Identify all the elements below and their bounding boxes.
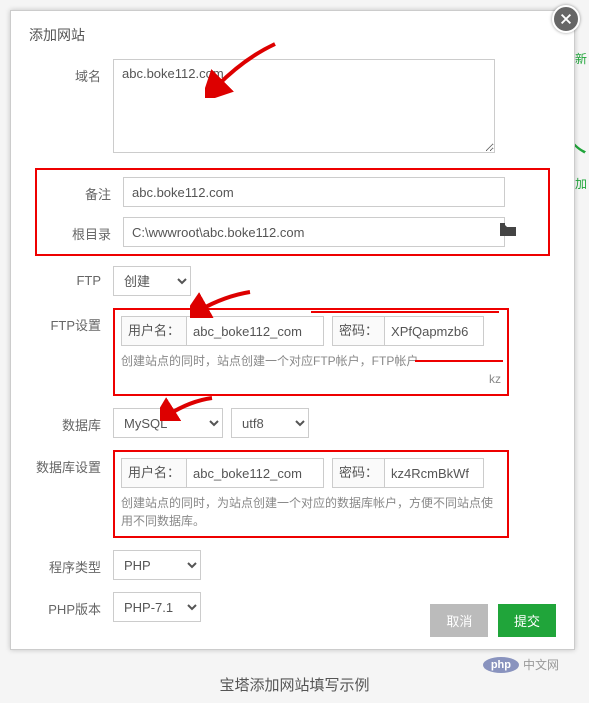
ftp-select[interactable]: 创建: [113, 266, 191, 296]
php-logo-icon: php: [483, 657, 519, 673]
modal-title: 添加网站: [11, 11, 574, 59]
phpver-label: PHP版本: [35, 592, 113, 618]
modal-footer: 取消 提交: [430, 604, 556, 637]
db-charset-select[interactable]: utf8: [231, 408, 309, 438]
highlight-box-1: 备注 根目录: [35, 168, 550, 256]
ftp-pass-label: 密码：: [332, 316, 384, 346]
db-settings-row: 数据库设置 用户名： 密码： 创建站点的同时，为站点创建一个对应的数据库帐户，方…: [35, 450, 550, 538]
program-row: 程序类型 PHP: [35, 550, 550, 580]
db-type-select[interactable]: MySQL: [113, 408, 223, 438]
ftp-row: FTP 创建: [35, 266, 550, 296]
highlight-box-3: 用户名： 密码： 创建站点的同时，为站点创建一个对应的数据库帐户，方便不同站点使…: [113, 450, 509, 538]
db-row: 数据库 MySQL utf8: [35, 408, 550, 438]
php-cn-text: 中文网: [523, 656, 559, 673]
submit-button[interactable]: 提交: [498, 604, 556, 637]
db-help-text: 创建站点的同时，为站点创建一个对应的数据库帐户，方便不同站点使用不同数据库。: [121, 494, 501, 530]
ftp-help-text: 创建站点的同时，站点创建一个对应FTP帐户，FTP帐户 kz: [121, 352, 501, 388]
remark-row: 备注: [45, 177, 540, 207]
domain-input[interactable]: abc.boke112.com: [113, 59, 495, 153]
add-site-modal: 添加网站 域名 abc.boke112.com 备注 根目录: [10, 10, 575, 650]
db-pass-input[interactable]: [384, 458, 484, 488]
ftp-settings-row: FTP设置 用户名： 密码： 创建站点的同时，站点创建一个对应FTP帐户，FTP…: [35, 308, 550, 396]
ftp-user-input[interactable]: [186, 316, 324, 346]
image-caption: 宝塔添加网站填写示例: [0, 674, 589, 695]
rootdir-row: 根目录: [45, 217, 540, 247]
program-select[interactable]: PHP: [113, 550, 201, 580]
remark-label: 备注: [45, 177, 123, 203]
ftp-user-label: 用户名：: [121, 316, 186, 346]
ftp-pass-input[interactable]: [384, 316, 484, 346]
ftp-settings-label: FTP设置: [35, 308, 113, 334]
rootdir-label: 根目录: [45, 217, 123, 243]
db-settings-label: 数据库设置: [35, 450, 113, 476]
program-label: 程序类型: [35, 550, 113, 576]
ftp-label: FTP: [35, 266, 113, 288]
db-pass-label: 密码：: [332, 458, 384, 488]
remark-input[interactable]: [123, 177, 505, 207]
domain-label: 域名: [35, 59, 113, 85]
db-label: 数据库: [35, 408, 113, 434]
cancel-button[interactable]: 取消: [430, 604, 488, 637]
db-user-input[interactable]: [186, 458, 324, 488]
form-body: 域名 abc.boke112.com 备注 根目录: [11, 59, 574, 622]
watermark-badge: php 中文网: [483, 656, 559, 673]
folder-icon[interactable]: [500, 223, 516, 240]
highlight-box-2: 用户名： 密码： 创建站点的同时，站点创建一个对应FTP帐户，FTP帐户 kz: [113, 308, 509, 396]
rootdir-input[interactable]: [123, 217, 505, 247]
phpver-select[interactable]: PHP-7.1: [113, 592, 201, 622]
domain-row: 域名 abc.boke112.com: [35, 59, 550, 156]
db-user-label: 用户名：: [121, 458, 186, 488]
